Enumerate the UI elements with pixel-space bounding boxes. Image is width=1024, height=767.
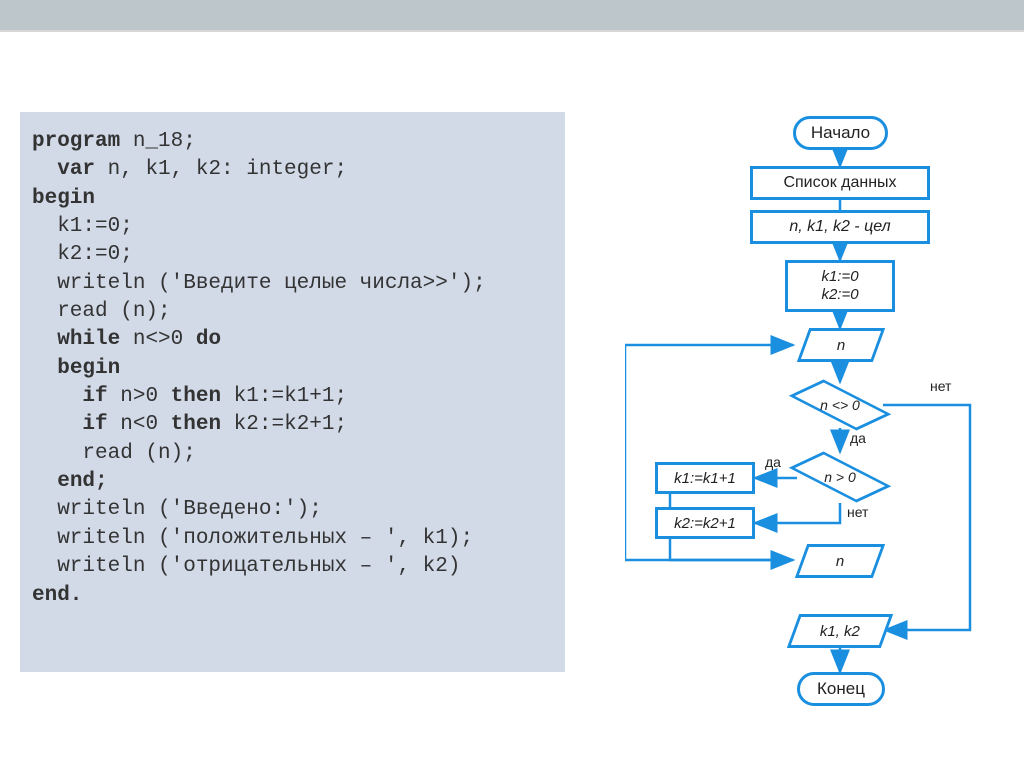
code-listing: program n_18; var n, k1, k2: integer; be… (32, 128, 553, 610)
flow-input-n-1: n (797, 328, 885, 362)
flow-start: Начало (793, 116, 888, 150)
label-yes-1: да (850, 430, 866, 446)
flow-vars: n, k1, k2 - цел (750, 210, 930, 244)
divider (0, 30, 1024, 32)
code-panel: program n_18; var n, k1, k2: integer; be… (20, 112, 565, 672)
flow-assign-k1: k1:=k1+1 (655, 462, 755, 494)
label-no-2: нет (847, 504, 868, 520)
label-yes-2: да (765, 454, 781, 470)
flow-output: k1, k2 (787, 614, 893, 648)
flow-init: k1:=0 k2:=0 (785, 260, 895, 312)
label-no-1: нет (930, 378, 951, 394)
flow-data-list: Список данных (750, 166, 930, 200)
top-bar (0, 0, 1024, 30)
flowchart: Начало Список данных n, k1, k2 - цел k1:… (625, 110, 1005, 750)
flow-assign-k2: k2:=k2+1 (655, 507, 755, 539)
flow-end: Конец (797, 672, 885, 706)
flow-cond1: n <> 0 (795, 380, 885, 430)
flow-input-n-2: n (795, 544, 885, 578)
flow-cond2: n > 0 (795, 452, 885, 502)
